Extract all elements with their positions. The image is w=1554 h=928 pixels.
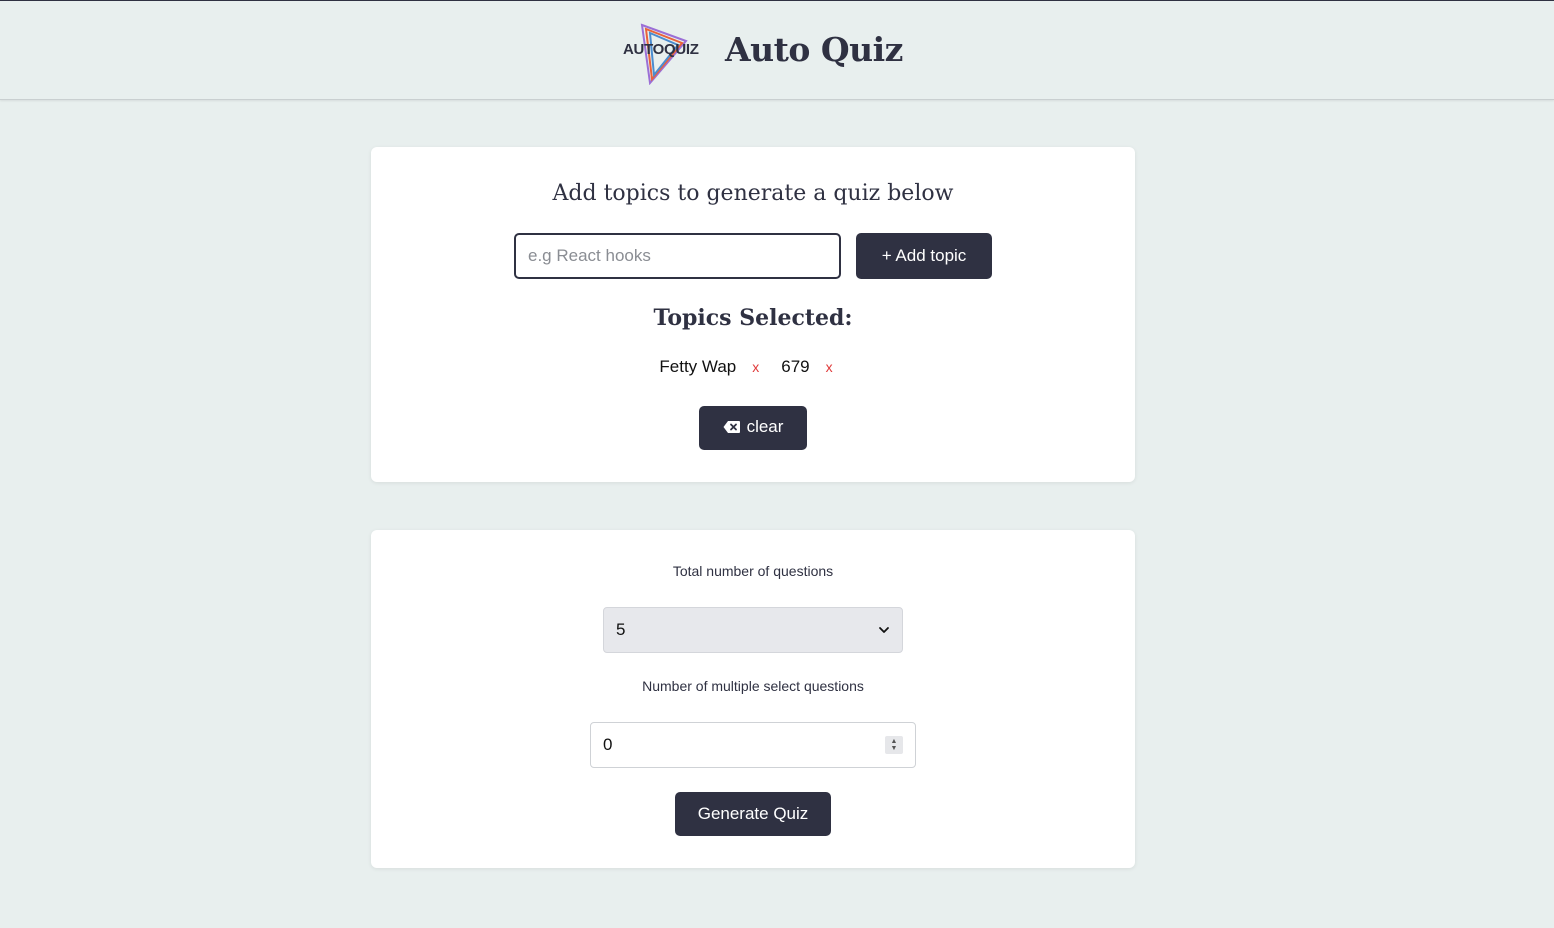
generate-quiz-button[interactable]: Generate Quiz [675, 792, 831, 836]
total-questions-value: 5 [616, 620, 626, 639]
logo-text: AUTOQUIZ [623, 41, 699, 58]
app-header: AUTOQUIZ Auto Quiz [0, 0, 1554, 100]
multi-select-label: Number of multiple select questions [642, 678, 864, 694]
spinner-up-icon[interactable]: ▲ [891, 738, 898, 745]
topics-selected-heading: Topics Selected: [653, 305, 853, 331]
remove-topic-button[interactable]: x [752, 359, 759, 375]
topic-chip: 679 x [781, 357, 846, 377]
multi-select-count-input[interactable]: 0 ▲ ▼ [590, 722, 916, 768]
topic-input[interactable] [514, 233, 841, 279]
topics-card: Add topics to generate a quiz below + Ad… [371, 147, 1135, 482]
chevron-down-icon [879, 627, 889, 633]
number-spinner[interactable]: ▲ ▼ [885, 736, 903, 754]
topic-label: 679 [781, 357, 810, 376]
backspace-icon [723, 421, 740, 433]
spinner-down-icon[interactable]: ▼ [891, 745, 898, 752]
total-questions-label: Total number of questions [672, 563, 834, 579]
total-questions-select[interactable]: 5 [603, 607, 903, 653]
settings-card: Total number of questions 5 Number of mu… [371, 530, 1135, 868]
remove-topic-button[interactable]: x [826, 359, 833, 375]
topics-heading: Add topics to generate a quiz below [552, 181, 954, 206]
topics-list: Fetty Wap x 679 x [371, 357, 1135, 377]
multi-select-count-value: 0 [603, 735, 613, 754]
add-topic-button[interactable]: + Add topic [856, 233, 992, 279]
topic-chip: Fetty Wap x [659, 357, 773, 377]
clear-topics-button[interactable]: clear [699, 406, 807, 450]
topic-label: Fetty Wap [659, 357, 737, 376]
clear-label: clear [746, 417, 784, 436]
autoquiz-logo[interactable]: AUTOQUIZ [620, 21, 702, 85]
app-title: Auto Quiz [725, 30, 903, 69]
